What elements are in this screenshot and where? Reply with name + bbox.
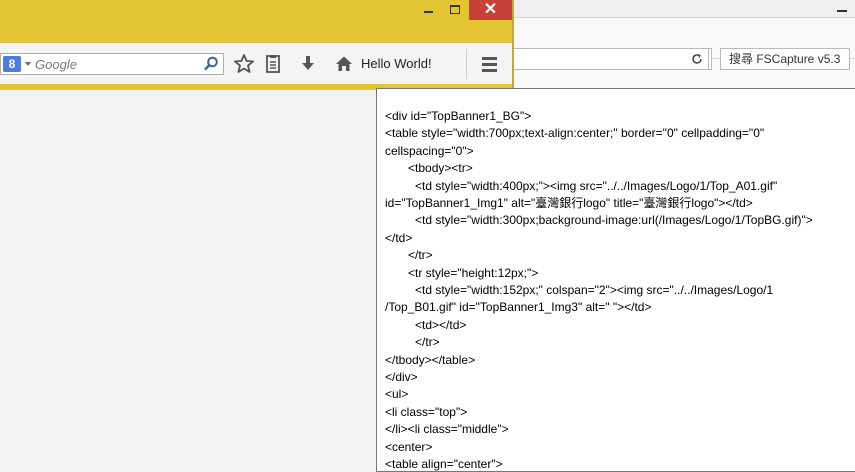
maximize-button[interactable] — [442, 0, 469, 20]
code-line: <table style="width:700px;text-align:cen… — [385, 126, 765, 141]
hamburger-menu-icon[interactable] — [478, 53, 502, 75]
toolbar-separator — [466, 49, 467, 79]
background-search-box[interactable]: 搜尋 FSCapture v5.3 — [720, 48, 850, 70]
reload-button[interactable] — [685, 48, 709, 70]
close-button[interactable]: ✕ — [469, 0, 512, 20]
code-line: cellspacing="0"> — [385, 143, 474, 158]
home-icon[interactable] — [332, 52, 356, 76]
search-engine-dropdown-icon[interactable] — [25, 62, 31, 66]
code-line: <tbody><tr> — [408, 161, 473, 176]
background-minimize-button[interactable] — [835, 1, 849, 15]
download-icon[interactable] — [296, 52, 320, 76]
code-line: <tr style="height:12px;"> — [408, 265, 539, 280]
code-line: <td style="width:400px;"><img src="../..… — [415, 178, 778, 193]
hello-world-button[interactable]: Hello World! — [361, 56, 432, 71]
search-box[interactable]: 8 — [0, 53, 224, 75]
code-line: <table align="center"> — [385, 457, 503, 471]
code-line: /Top_B01.gif" id="TopBanner1_Img3" alt="… — [385, 300, 652, 315]
code-line: </tr> — [408, 248, 433, 263]
code-line: <li class="top"> — [385, 404, 468, 419]
search-icon[interactable] — [202, 55, 220, 73]
source-code-popup: <div id="TopBanner1_BG"> <table style="wi… — [376, 88, 855, 472]
code-line: </tbody></table> — [385, 352, 476, 367]
code-line: </li><li class="middle"> — [385, 422, 509, 437]
code-line: </tr> — [415, 335, 440, 350]
code-line: </td> — [385, 230, 413, 245]
code-line: <center> — [385, 439, 433, 454]
clipboard-icon[interactable] — [261, 52, 285, 76]
code-line: <ul> — [385, 387, 409, 402]
window-controls: ✕ — [414, 0, 512, 20]
code-line: <div id="TopBanner1_BG"> — [385, 109, 532, 123]
code-line: <td style="width:152px;" colspan="2"><im… — [415, 283, 774, 297]
firefox-window-frame: ✕ 8 Google Hello World! — [0, 0, 514, 90]
google-icon[interactable]: 8 — [3, 56, 21, 72]
background-address-bar[interactable] — [512, 48, 712, 70]
code-line: </div> — [385, 370, 418, 384]
navigation-toolbar: 8 Google Hello World! — [0, 42, 512, 84]
code-line: <td></td> — [415, 317, 467, 332]
code-line: id="TopBanner1_Img1" alt="臺灣銀行logo" titl… — [385, 196, 753, 210]
code-line: <td style="width:300px;background-image:… — [415, 213, 813, 228]
star-icon[interactable] — [232, 52, 256, 76]
background-window-titlebar — [514, 0, 855, 18]
minimize-button[interactable] — [414, 0, 442, 20]
reload-icon — [691, 54, 702, 64]
search-input[interactable] — [35, 54, 195, 74]
